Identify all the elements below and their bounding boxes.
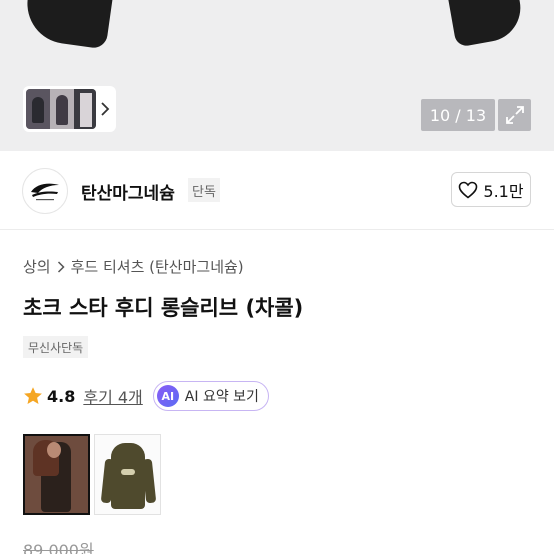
brand-logo[interactable] xyxy=(22,168,68,214)
brand-exclusive-badge: 단독 xyxy=(188,178,220,202)
image-page-indicator: 10 / 13 xyxy=(421,99,495,131)
brand-name[interactable]: 탄산마그네슘 xyxy=(81,179,175,204)
chevron-right-icon xyxy=(57,260,65,273)
product-image-gallery[interactable]: 10 / 13 xyxy=(0,0,554,151)
color-option-charcoal-selected[interactable] xyxy=(23,434,90,515)
star-icon xyxy=(24,387,42,404)
ai-summary-label: AI 요약 보기 xyxy=(184,389,259,405)
thumbnail-image xyxy=(26,89,96,129)
brand-row: 탄산마그네슘 단독 5.1만 xyxy=(0,151,554,230)
chevron-right-icon[interactable] xyxy=(96,89,114,129)
product-photo-garment-right xyxy=(444,0,526,48)
rating-row: 4.8 후기 4개 AI AI 요약 보기 xyxy=(23,381,269,411)
product-photo-garment-left xyxy=(22,0,116,50)
breadcrumb-item-subcategory[interactable]: 후드 티셔츠 (탄산마그네슘) xyxy=(71,256,244,277)
brand-like-button[interactable]: 5.1만 xyxy=(451,172,531,207)
heart-icon xyxy=(459,181,478,199)
color-options xyxy=(23,434,161,515)
category-breadcrumb: 상의 후드 티셔츠 (탄산마그네슘) xyxy=(23,256,244,277)
review-count-link[interactable]: 후기 4개 xyxy=(83,384,142,408)
exclusive-tag: 무신사단독 xyxy=(23,336,89,358)
related-photos-thumbnail[interactable] xyxy=(23,86,116,132)
fullscreen-expand-button[interactable] xyxy=(498,99,531,131)
ai-icon: AI xyxy=(156,385,179,407)
like-count: 5.1만 xyxy=(483,181,524,201)
original-price: 89,000원 xyxy=(23,541,94,554)
color-option-khaki[interactable] xyxy=(94,434,161,515)
ai-summary-button[interactable]: AI AI 요약 보기 xyxy=(152,381,269,411)
product-title: 초크 스타 후디 롱슬리브 (차콜) xyxy=(23,296,304,320)
expand-icon xyxy=(505,106,524,124)
rating-value: 4.8 xyxy=(47,386,76,406)
breadcrumb-item-category[interactable]: 상의 xyxy=(23,256,51,277)
